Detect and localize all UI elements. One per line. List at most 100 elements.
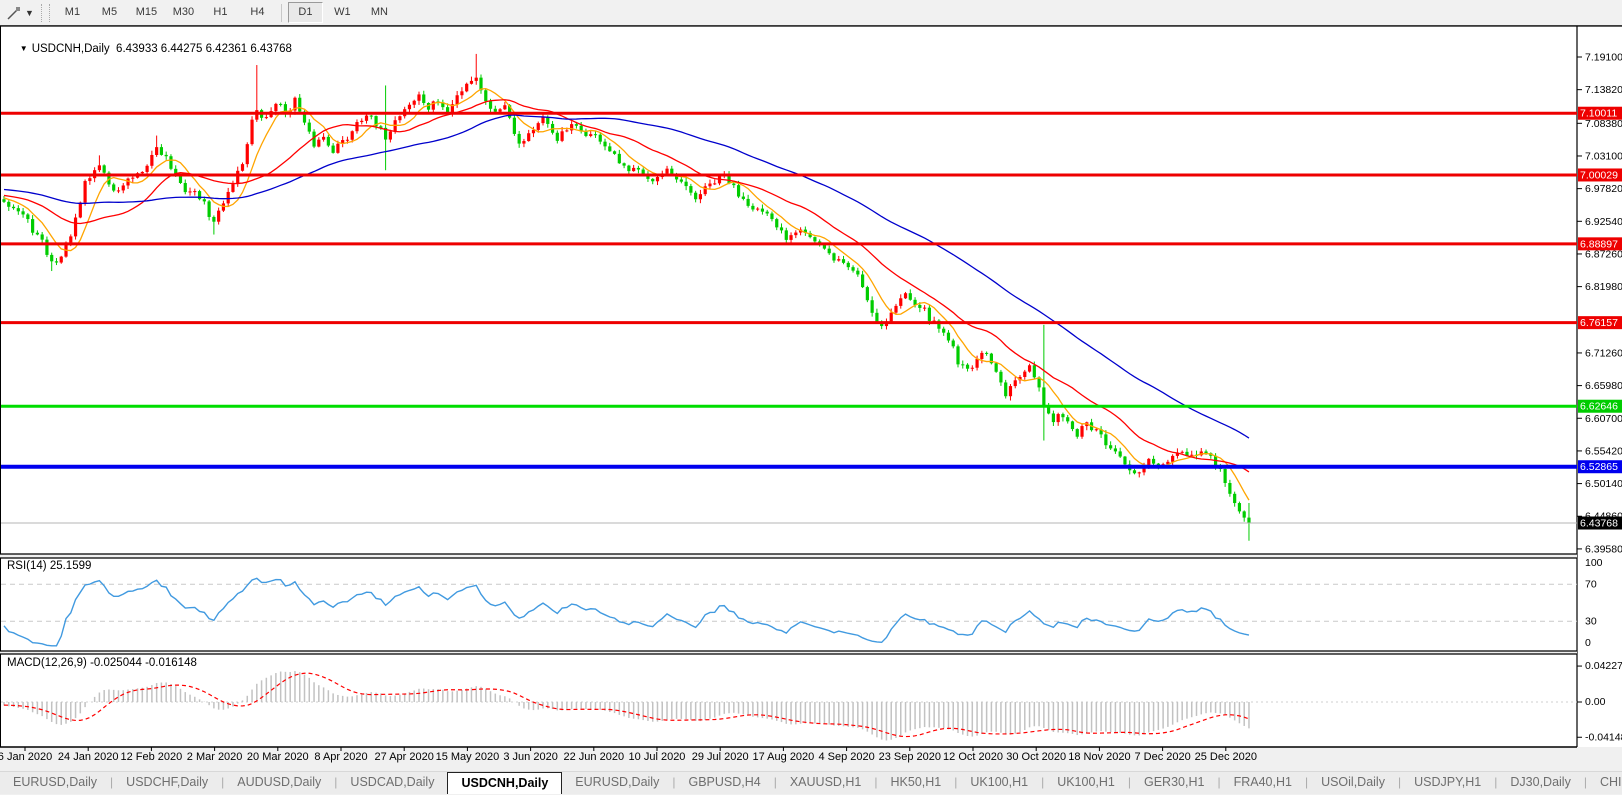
candle-body — [398, 116, 402, 121]
price-badge-label: 7.10011 — [1580, 108, 1617, 120]
chart-tab-bar: EURUSD,Daily | USDCHF,Daily | AUDUSD,Daily | U… — [0, 771, 1622, 794]
price-badge-label: 6.88897 — [1580, 238, 1618, 250]
candle-body — [279, 103, 283, 105]
candle-body — [1104, 434, 1108, 446]
chart-tab-eurusd-daily[interactable]: EURUSD,Daily — [562, 772, 672, 794]
candle-body — [1233, 493, 1237, 504]
date-axis-label: 27 Apr 2020 — [375, 751, 434, 763]
candle-body — [851, 267, 855, 271]
chart-canvas[interactable]: 7.191007.138207.083807.031006.978206.925… — [0, 0, 1622, 763]
rsi-axis-label: 0 — [1585, 637, 1591, 649]
candle-body — [875, 312, 879, 322]
candle-body — [856, 270, 860, 275]
candle-body — [927, 307, 931, 321]
candle-body — [102, 165, 106, 173]
chart-tab-usoil-daily[interactable]: USOil,Daily — [1308, 772, 1398, 794]
candle-body — [1247, 517, 1251, 524]
candle-body — [169, 156, 173, 169]
chart-tab-uk100-h1[interactable]: UK100,H1 — [957, 772, 1041, 794]
candle-body — [1004, 382, 1008, 397]
date-axis-label: 8 Apr 2020 — [314, 751, 367, 763]
chart-tab-usdcnh-daily[interactable]: USDCNH,Daily — [447, 772, 563, 794]
candle-body — [336, 143, 340, 153]
chart-tab-uk100-h1[interactable]: UK100,H1 — [1044, 772, 1128, 794]
price-axis-tick-label: 6.81980 — [1585, 281, 1622, 293]
candle-body — [31, 219, 35, 233]
candle-body — [765, 211, 769, 214]
chart-tab-xauusd-h1[interactable]: XAUUSD,H1 — [777, 772, 875, 794]
price-axis-tick-label: 7.13820 — [1585, 84, 1622, 96]
date-axis-label: 12 Oct 2020 — [943, 751, 1003, 763]
candle-body — [517, 133, 521, 144]
candle-body — [116, 190, 121, 192]
price-badge-label: 6.43768 — [1580, 518, 1618, 530]
candle-body — [231, 184, 235, 192]
rsi-axis-label: 70 — [1585, 578, 1597, 590]
candle-body — [617, 153, 621, 164]
candle-body — [88, 178, 92, 182]
candle-body — [498, 109, 502, 112]
candle-body — [751, 205, 755, 210]
candle-body — [832, 253, 836, 261]
price-axis-tick-label: 6.71260 — [1585, 347, 1622, 359]
candle-body — [865, 287, 869, 301]
date-axis-label: 25 Dec 2020 — [1195, 751, 1257, 763]
candle-body — [975, 358, 979, 368]
candle-body — [226, 191, 230, 204]
chart-background[interactable] — [0, 26, 1622, 747]
candle-body — [465, 83, 469, 92]
candle-body — [541, 117, 545, 124]
price-axis-tick-label: 6.65980 — [1585, 380, 1622, 392]
candle-body — [417, 94, 421, 101]
chart-tab-usdjpy-h1[interactable]: USDJPY,H1 — [1401, 772, 1494, 794]
candle-body — [1123, 456, 1127, 465]
candle-body — [245, 144, 249, 165]
candle-body — [331, 145, 335, 153]
candle-body — [326, 136, 330, 146]
chart-tab-ger30-h1[interactable]: GER30,H1 — [1131, 772, 1217, 794]
chart-tab-audusd-daily[interactable]: AUDUSD,Daily — [224, 772, 334, 794]
candle-body — [469, 80, 474, 84]
date-axis-label: 23 Sep 2020 — [879, 751, 941, 763]
candle-body — [1190, 454, 1194, 456]
candle-body — [350, 131, 354, 140]
chart-tab-dj30-daily[interactable]: DJ30,Daily — [1497, 772, 1583, 794]
candle-body — [236, 170, 240, 185]
chart-tab-china300-h1[interactable]: CHINA300,H1 — [1587, 772, 1622, 794]
candle-body — [217, 210, 221, 222]
candle-body — [999, 371, 1003, 383]
chart-tab-fra40-h1[interactable]: FRA40,H1 — [1221, 772, 1305, 794]
candle-body — [455, 95, 459, 105]
candle-body — [760, 208, 765, 212]
candle-body — [1051, 413, 1055, 423]
candle-body — [970, 367, 974, 369]
price-badge-label: 6.76157 — [1580, 317, 1618, 329]
price-badge-label: 7.00029 — [1580, 169, 1618, 181]
chart-tab-eurusd-daily[interactable]: EURUSD,Daily — [0, 772, 110, 794]
candle-body — [183, 182, 187, 193]
chart-tab-hk50-h1[interactable]: HK50,H1 — [878, 772, 955, 794]
candle-body — [212, 216, 216, 222]
chart-tab-usdcad-daily[interactable]: USDCAD,Daily — [337, 772, 447, 794]
candle-body — [54, 261, 59, 263]
price-axis-tick-label: 7.19100 — [1585, 52, 1622, 64]
chart-tab-gbpusd-h4[interactable]: GBPUSD,H4 — [675, 772, 773, 794]
candle-body — [1151, 458, 1156, 464]
date-axis-label: 6 Jan 2020 — [0, 751, 52, 763]
candle-body — [741, 196, 745, 199]
candle-body — [994, 363, 998, 372]
candle-body — [364, 115, 369, 121]
date-axis-label: 29 Jul 2020 — [692, 751, 749, 763]
candle-body — [240, 164, 245, 171]
candle-body — [627, 165, 631, 172]
candle-body — [946, 332, 951, 341]
candle-body — [1080, 426, 1084, 437]
candle-body — [908, 293, 912, 300]
price-axis-tick-label: 6.50140 — [1585, 478, 1622, 490]
candle-body — [1171, 455, 1175, 462]
candle-body — [756, 208, 760, 210]
rsi-axis-label: 100 — [1585, 557, 1603, 569]
candle-body — [488, 101, 493, 109]
chart-tab-usdchf-daily[interactable]: USDCHF,Daily — [113, 772, 221, 794]
candle-body — [1137, 472, 1141, 474]
